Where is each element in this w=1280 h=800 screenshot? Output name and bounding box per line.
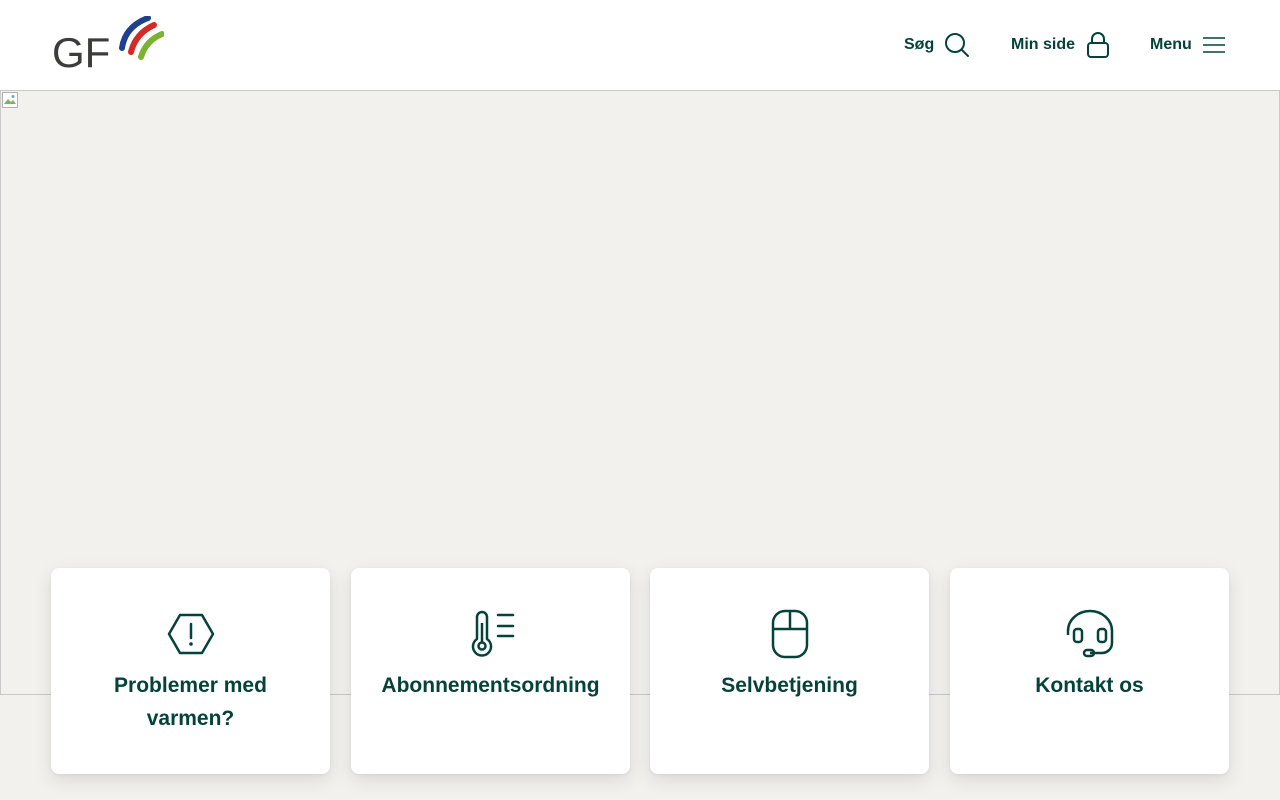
card-selvbetjening[interactable]: Selvbetjening (650, 568, 929, 774)
hamburger-icon (1202, 37, 1225, 53)
menu-label: Menu (1150, 36, 1192, 53)
thermometer-icon (471, 610, 514, 657)
warning-hexagon-icon (167, 613, 214, 655)
menu-button[interactable]: Menu (1150, 28, 1226, 62)
card-label: Selvbetjening (721, 674, 858, 697)
card-label: Kontakt os (1035, 674, 1144, 697)
card-label: Abonnementsordning (381, 674, 600, 697)
search-button[interactable]: Søg (904, 28, 970, 62)
search-label: Søg (904, 36, 935, 53)
min-side-button[interactable]: Min side (1011, 28, 1111, 62)
card-kontakt-os[interactable]: Kontakt os (950, 568, 1229, 774)
logo-text: GF (52, 29, 110, 70)
card-abonnementsordning[interactable]: Abonnementsordning (351, 568, 630, 774)
search-icon (945, 33, 970, 57)
broken-image-icon (2, 92, 18, 108)
card-problemer-med-varmen[interactable]: Problemer med varmen? (51, 568, 330, 774)
gf-logo[interactable]: GF (52, 15, 165, 76)
card-label: Problemer med varmen? (114, 674, 267, 730)
headset-icon (1066, 609, 1113, 658)
mouse-icon (771, 609, 808, 659)
lock-icon (1087, 32, 1110, 58)
min-side-label: Min side (1011, 36, 1076, 53)
site-header: GF Søg Min side Menu (0, 0, 1280, 90)
